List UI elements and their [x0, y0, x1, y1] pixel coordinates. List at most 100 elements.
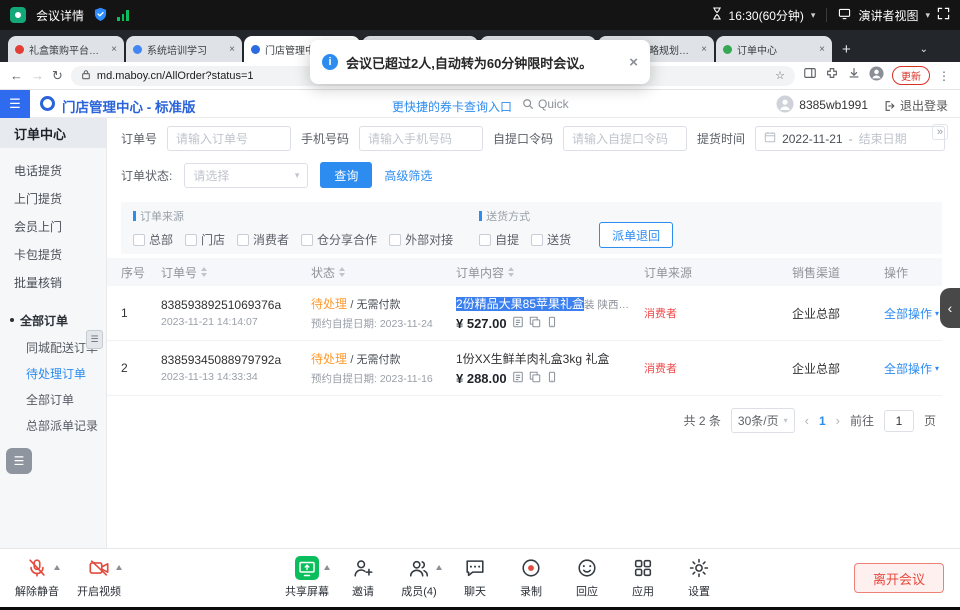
- search-button[interactable]: 查询: [320, 162, 372, 188]
- code-input[interactable]: [563, 126, 687, 151]
- filter-checkbox-self-pickup[interactable]: 自提: [479, 231, 519, 248]
- tab-close-icon[interactable]: ×: [229, 44, 235, 55]
- update-chrome-button[interactable]: 更新: [892, 66, 930, 85]
- app-menu-button[interactable]: ☰: [0, 90, 30, 118]
- sidebar-item-door-pickup[interactable]: 上门提货: [0, 184, 106, 212]
- copy-icon[interactable]: [529, 371, 541, 386]
- share-screen-button[interactable]: 共享屏幕: [284, 556, 330, 599]
- tab-overflow-button[interactable]: ⌄: [920, 44, 928, 55]
- bookmark-star-icon[interactable]: ☆: [775, 69, 785, 82]
- browser-tab[interactable]: 系统培训学习×: [126, 36, 242, 62]
- advanced-filter-link[interactable]: 高级筛选: [384, 167, 432, 184]
- fullscreen-button[interactable]: [937, 7, 950, 23]
- meeting-shield-icon[interactable]: [94, 7, 107, 24]
- sidebar-item-all-orders[interactable]: 全部订单: [0, 386, 106, 412]
- leave-meeting-button[interactable]: 离开会议: [854, 563, 944, 593]
- coupon-query-link[interactable]: 更快捷的券卡查询入口: [392, 98, 512, 115]
- sidebar-item-hq-dispatch-records[interactable]: 总部派单记录: [0, 412, 106, 438]
- sidebar-item-pending-orders[interactable]: 待处理订单: [0, 360, 106, 386]
- sidebar-item-phone-pickup[interactable]: 电话提货: [0, 156, 106, 184]
- chevron-up-icon[interactable]: [116, 565, 122, 570]
- search-icon: [522, 98, 534, 110]
- new-tab-button[interactable]: +: [842, 41, 851, 58]
- phone-icon[interactable]: [546, 316, 558, 331]
- invite-button[interactable]: 邀请: [340, 556, 386, 599]
- chevron-up-icon[interactable]: [436, 565, 442, 570]
- chevron-up-icon[interactable]: [324, 565, 330, 570]
- sidebar-section-orders[interactable]: 订单中心: [0, 118, 106, 148]
- browser-tab[interactable]: 订单中心×: [716, 36, 832, 62]
- sidebar-item-card-pickup[interactable]: 卡包提货: [0, 240, 106, 268]
- phone-icon[interactable]: [546, 371, 558, 386]
- apps-grid-icon: [632, 556, 654, 580]
- user-avatar[interactable]: [776, 95, 794, 118]
- filter-checkbox-store[interactable]: 门店: [185, 231, 225, 248]
- next-page-button[interactable]: ›: [836, 413, 840, 428]
- camera-button[interactable]: 开启视频: [76, 556, 122, 599]
- download-button[interactable]: [847, 66, 861, 85]
- site-lock-icon[interactable]: [81, 69, 91, 83]
- order-status-select[interactable]: 请选择 ▾: [184, 163, 308, 188]
- filter-checkbox-delivery[interactable]: 送货: [531, 231, 571, 248]
- chevron-down-icon[interactable]: ▾: [811, 10, 816, 21]
- sidebar-item-batch-verify[interactable]: 批量核销: [0, 268, 106, 296]
- accent-bar: [133, 211, 136, 221]
- reaction-button[interactable]: 回应: [564, 556, 610, 599]
- sidebar-handle-icon[interactable]: ☰: [86, 330, 103, 349]
- prev-page-button[interactable]: ‹: [805, 413, 809, 428]
- sidebar-item-member-visit[interactable]: 会员上门: [0, 212, 106, 240]
- header-status[interactable]: 状态: [311, 264, 456, 281]
- browser-tab[interactable]: 礼盒策购平台管理中心×: [8, 36, 124, 62]
- checkbox-icon: [237, 234, 249, 246]
- note-icon[interactable]: [512, 316, 524, 331]
- record-button[interactable]: 录制: [508, 556, 554, 599]
- view-mode-button[interactable]: 演讲者视图: [858, 7, 918, 24]
- row-actions-dropdown[interactable]: 全部操作▾: [884, 305, 942, 322]
- forward-button[interactable]: →: [31, 68, 44, 83]
- orders-table: 序号 订单号 状态 订单内容 订单来源 销售渠道 操作 1 8385938925…: [107, 258, 942, 396]
- cell-source: 消费者: [644, 360, 792, 376]
- toast-close-button[interactable]: ×: [629, 54, 638, 71]
- browser-profile-button[interactable]: [869, 66, 884, 86]
- filter-checkbox-external[interactable]: 外部对接: [389, 231, 453, 248]
- logout-button[interactable]: 退出登录: [884, 97, 948, 114]
- apps-button[interactable]: 应用: [620, 556, 666, 599]
- members-button[interactable]: 成员(4): [396, 556, 442, 599]
- filter-checkbox-hq[interactable]: 总部: [133, 231, 173, 248]
- mute-button[interactable]: 解除静音: [14, 556, 60, 599]
- filter-checkbox-consumer[interactable]: 消费者: [237, 231, 289, 248]
- page-number-button[interactable]: 1: [819, 414, 826, 428]
- pickup-date-range[interactable]: 2022-11-21 - 结束日期: [755, 126, 945, 151]
- tab-close-icon[interactable]: ×: [701, 44, 707, 55]
- filter-checkbox-warehouse-coop[interactable]: 仓分享合作: [301, 231, 377, 248]
- tab-close-icon[interactable]: ×: [111, 44, 117, 55]
- meeting-details-button[interactable]: 会议详情: [36, 7, 84, 24]
- chat-button[interactable]: 聊天: [452, 556, 498, 599]
- quick-search[interactable]: Quick: [522, 97, 569, 111]
- tab-close-icon[interactable]: ×: [819, 44, 825, 55]
- row-actions-dropdown[interactable]: 全部操作▾: [884, 360, 942, 377]
- header-order-no[interactable]: 订单号: [161, 264, 311, 281]
- goto-page-input[interactable]: [884, 410, 914, 432]
- dispatch-return-button[interactable]: 派单退回: [599, 222, 673, 248]
- settings-button[interactable]: 设置: [676, 556, 722, 599]
- main-content: » 订单号 手机号码 自提口令码 提货时间 2022-11-21 - 结束日期 …: [107, 118, 960, 548]
- invite-icon: [352, 556, 374, 580]
- copy-icon[interactable]: [529, 316, 541, 331]
- header-content[interactable]: 订单内容: [456, 264, 644, 281]
- order-no-input[interactable]: [167, 126, 291, 151]
- reload-button[interactable]: ↻: [52, 68, 63, 84]
- extensions-button[interactable]: [825, 66, 839, 85]
- chevron-up-icon[interactable]: [54, 565, 60, 570]
- side-panel-button[interactable]: [803, 66, 817, 85]
- page-size-select[interactable]: 30条/页▾: [731, 408, 795, 433]
- chevron-down-icon[interactable]: ▾: [925, 10, 930, 21]
- browser-menu-button[interactable]: ⋮: [938, 69, 950, 83]
- back-button[interactable]: ←: [10, 68, 23, 83]
- note-icon[interactable]: [512, 371, 524, 386]
- meeting-duration-button[interactable]: 16:30(60分钟): [729, 7, 804, 24]
- right-drawer-toggle[interactable]: ‹: [940, 288, 960, 328]
- floating-list-button[interactable]: ☰: [6, 448, 32, 474]
- table-row: 1 83859389251069376a 2023-11-21 14:14:07…: [107, 286, 942, 341]
- phone-input[interactable]: [359, 126, 483, 151]
